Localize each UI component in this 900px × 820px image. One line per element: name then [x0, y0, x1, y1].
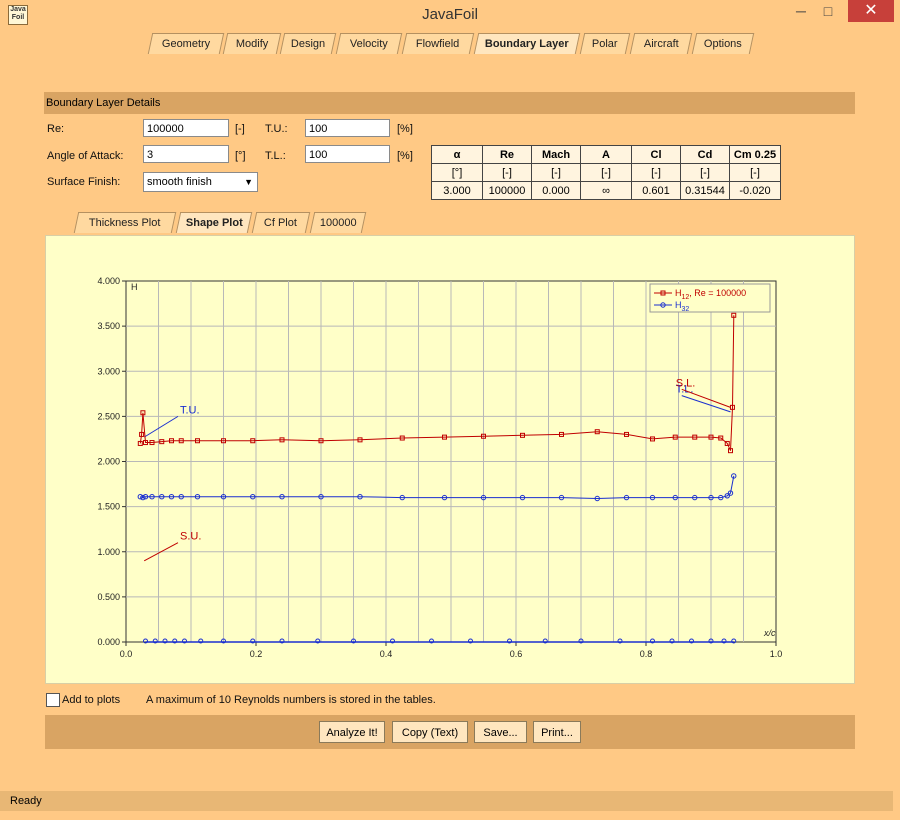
y-tick-label: 0.000	[97, 637, 120, 647]
legend-label-suffix: , Re = 100000	[689, 288, 746, 298]
add-to-plots-label[interactable]: Add to plots	[62, 694, 120, 706]
shape-factor-chart: 0.0 0.2 0.4 0.6 0.8 1.0 0.000 0.500 1.000 1.500 2.…	[97, 276, 783, 659]
y-tick-label: 1.000	[97, 547, 120, 557]
x-tick-label: 0.4	[380, 649, 393, 659]
info-text: A maximum of 10 Reynolds numbers is stor…	[146, 694, 436, 706]
x-tick-label: 0.0	[120, 649, 133, 659]
y-tick-label: 4.000	[97, 276, 120, 286]
results-table: α Re Mach A Cl Cd Cm 0.25 [°] [-] [-] [-…	[431, 145, 781, 200]
results-header-cell: A	[580, 145, 632, 164]
window-edge	[893, 30, 900, 811]
surface-finish-select[interactable]: smooth finish ▼	[143, 172, 258, 192]
results-header-cell: Re	[482, 145, 532, 164]
results-unit-row: [°] [-] [-] [-] [-] [-] [-]	[431, 163, 781, 182]
x-tick-label: 1.0	[770, 649, 783, 659]
aoa-unit: [°]	[235, 150, 246, 162]
copy-text-button[interactable]: Copy (Text)	[392, 721, 468, 743]
results-header-cell: Mach	[531, 145, 581, 164]
results-value-cell: 0.31544	[680, 181, 730, 200]
tab-geometry[interactable]: Geometry	[147, 33, 225, 54]
re-unit: [-]	[235, 123, 245, 135]
x-axis-label: x/c	[763, 628, 776, 638]
tl-input[interactable]: 100	[305, 145, 390, 163]
y-tick-label: 3.000	[97, 366, 120, 376]
results-unit-cell: [-]	[631, 163, 681, 182]
tab-design[interactable]: Design	[279, 33, 337, 54]
results-value-cell: 0.601	[631, 181, 681, 200]
results-value-cell: 0.000	[531, 181, 581, 200]
tab-shape-plot[interactable]: Shape Plot	[175, 212, 253, 233]
chevron-down-icon: ▼	[244, 177, 253, 187]
tab-velocity[interactable]: Velocity	[335, 33, 403, 54]
save-button[interactable]: Save...	[474, 721, 527, 743]
tab-polar[interactable]: Polar	[579, 33, 631, 54]
add-to-plots-checkbox[interactable]	[46, 693, 60, 707]
tu-label: T.U.:	[265, 123, 288, 135]
y-axis-label: H	[131, 282, 138, 292]
tab-cf-plot[interactable]: Cf Plot	[251, 212, 311, 233]
tab-options[interactable]: Options	[691, 33, 755, 54]
results-header-cell: Cl	[631, 145, 681, 164]
tab-re-100000[interactable]: 100000	[309, 212, 367, 233]
results-value-row: 3.000 100000 0.000 ∞ 0.601 0.31544 -0.02…	[431, 181, 781, 200]
surface-finish-value: smooth finish	[147, 176, 212, 188]
tl-unit: [%]	[397, 150, 413, 162]
y-tick-label: 1.500	[97, 502, 120, 512]
x-tick-label: 0.2	[250, 649, 263, 659]
close-button[interactable]: ✕	[848, 0, 894, 22]
tab-boundary-layer[interactable]: Boundary Layer	[473, 33, 581, 54]
tab-aircraft[interactable]: Aircraft	[629, 33, 693, 54]
annotation-label: S.U.	[180, 531, 201, 543]
shape-plot-panel: 0.0 0.2 0.4 0.6 0.8 1.0 0.000 0.500 1.000 1.500 2.…	[45, 235, 855, 684]
aoa-label: Angle of Attack:	[47, 150, 124, 162]
y-tick-label: 3.500	[97, 321, 120, 331]
title-bar[interactable]: Java Foil JavaFoil ─ □ ✕	[0, 0, 900, 30]
tl-label: T.L.:	[265, 150, 286, 162]
tu-input[interactable]: 100	[305, 119, 390, 137]
app-window: Java Foil JavaFoil ─ □ ✕ Geometry Modify…	[0, 0, 900, 820]
results-unit-cell: [-]	[729, 163, 781, 182]
maximize-button[interactable]: □	[814, 0, 842, 22]
annotation-label: T.U.	[180, 404, 200, 416]
results-header-cell: α	[431, 145, 483, 164]
y-tick-label: 2.500	[97, 411, 120, 421]
x-tick-label: 0.6	[510, 649, 523, 659]
re-input[interactable]: 100000	[143, 119, 229, 137]
results-unit-cell: [-]	[531, 163, 581, 182]
results-unit-cell: [-]	[482, 163, 532, 182]
section-header: Boundary Layer Details	[44, 92, 855, 114]
results-unit-cell: [-]	[580, 163, 632, 182]
aoa-input[interactable]: 3	[143, 145, 229, 163]
legend-label-sub: 12	[682, 294, 690, 301]
results-header-cell: Cm 0.25	[729, 145, 781, 164]
status-bar: Ready	[0, 791, 893, 811]
window-title: JavaFoil	[422, 6, 478, 23]
x-tick-label: 0.8	[640, 649, 653, 659]
surface-label: Surface Finish:	[47, 176, 121, 188]
tab-flowfield[interactable]: Flowfield	[401, 33, 475, 54]
print-button[interactable]: Print...	[533, 721, 581, 743]
minimize-button[interactable]: ─	[788, 0, 814, 22]
results-value-cell: -0.020	[729, 181, 781, 200]
results-header-row: α Re Mach A Cl Cd Cm 0.25	[431, 145, 781, 164]
legend-label-sub: 32	[682, 306, 690, 313]
analyze-button[interactable]: Analyze It!	[319, 721, 385, 743]
results-unit-cell: [-]	[680, 163, 730, 182]
tu-unit: [%]	[397, 123, 413, 135]
results-value-cell: 100000	[482, 181, 532, 200]
results-value-cell: 3.000	[431, 181, 483, 200]
y-tick-label: 0.500	[97, 592, 120, 602]
tab-modify[interactable]: Modify	[222, 33, 282, 54]
window-bottom	[0, 811, 900, 820]
re-label: Re:	[47, 123, 65, 135]
tab-thickness-plot[interactable]: Thickness Plot	[73, 212, 177, 233]
annotation-label: S.L.	[676, 377, 696, 389]
results-header-cell: Cd	[680, 145, 730, 164]
results-value-cell: ∞	[580, 181, 632, 200]
y-tick-label: 2.000	[97, 457, 120, 467]
results-unit-cell: [°]	[431, 163, 483, 182]
